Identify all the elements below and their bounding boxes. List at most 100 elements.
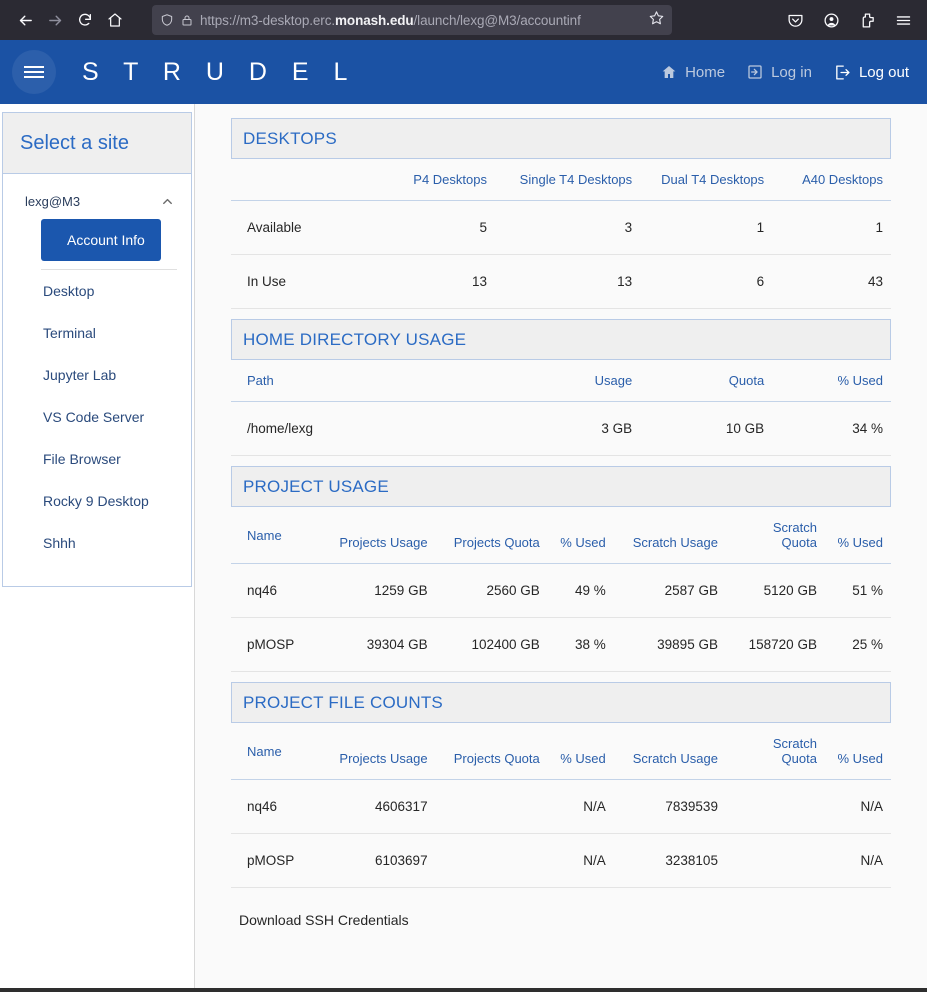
browser-toolbar-right <box>779 0 919 40</box>
sidebar-item-vs-code-server[interactable]: VS Code Server <box>17 396 177 438</box>
sidebar-item-jupyter-lab[interactable]: Jupyter Lab <box>17 354 177 396</box>
main-content: DESKTOPS P4 Desktops Single T4 Desktops … <box>195 104 927 988</box>
home-directory-usage-table: Path Usage Quota % Used /home/lexg 3 GB … <box>231 360 891 456</box>
sidebar-item-shhh[interactable]: Shhh <box>17 522 177 564</box>
sidebar-item-file-browser[interactable]: File Browser <box>17 438 177 480</box>
column-header: % Used <box>825 723 891 780</box>
cell: 6 <box>640 255 772 309</box>
pocket-icon[interactable] <box>779 5 811 35</box>
column-header: Name <box>231 723 323 780</box>
cell: N/A <box>825 780 891 834</box>
page-body: Select a site lexg@M3 Account Info Deskt… <box>0 104 927 988</box>
column-header: A40 Desktops <box>772 159 891 201</box>
cell: 3 <box>495 201 640 255</box>
column-header: % Used <box>548 507 614 564</box>
chevron-up-icon[interactable] <box>160 194 175 209</box>
cell: In Use <box>231 255 370 309</box>
section-header-desktops: DESKTOPS <box>231 118 891 159</box>
sidebar-site-list: lexg@M3 Account Info Desktop Terminal Ju… <box>2 174 192 587</box>
browser-toolbar: https://m3-desktop.erc.monash.edu/launch… <box>0 0 927 40</box>
account-circle-icon[interactable] <box>815 5 847 35</box>
url-host: monash.edu <box>335 13 414 28</box>
sidebar-nav-items: Account Info Desktop Terminal Jupyter La… <box>3 219 191 564</box>
forward-arrow-icon[interactable] <box>40 5 70 35</box>
cell: 10 GB <box>640 402 772 456</box>
extensions-puzzle-icon[interactable] <box>851 5 883 35</box>
app-header: S T R U D E L Home Log in Log out <box>0 40 927 104</box>
cell: N/A <box>548 834 614 888</box>
cell: /home/lexg <box>231 402 508 456</box>
cell: nq46 <box>231 564 323 618</box>
address-bar[interactable]: https://m3-desktop.erc.monash.edu/launch… <box>152 5 672 35</box>
cell: 1 <box>772 201 891 255</box>
cell: 6103697 <box>323 834 435 888</box>
column-header: Projects Quota <box>436 507 548 564</box>
sidebar-item-terminal[interactable]: Terminal <box>17 312 177 354</box>
header-link-login-label: Log in <box>771 64 812 81</box>
table-header-row: Name Projects Usage Projects Quota % Use… <box>231 507 891 564</box>
sidebar-header: Select a site <box>2 112 192 174</box>
sidebar-item-desktop[interactable]: Desktop <box>17 270 177 312</box>
table-header-row: Name Projects Usage Projects Quota % Use… <box>231 723 891 780</box>
back-arrow-icon[interactable] <box>10 5 40 35</box>
sidebar-site-label: lexg@M3 <box>25 194 80 209</box>
sidebar-item-rocky-9-desktop[interactable]: Rocky 9 Desktop <box>17 480 177 522</box>
table-row: Available 5 3 1 1 <box>231 201 891 255</box>
hamburger-menu-icon[interactable] <box>887 5 919 35</box>
home-icon[interactable] <box>100 5 130 35</box>
cell: 102400 GB <box>436 618 548 672</box>
sidebar-item-account-info[interactable]: Account Info <box>41 219 161 261</box>
column-header: Name <box>231 507 323 564</box>
header-link-login[interactable]: Log in <box>747 64 812 81</box>
footer: About Us Settings Contact Us <box>0 988 927 992</box>
column-header: % Used <box>548 723 614 780</box>
sidebar: Select a site lexg@M3 Account Info Deskt… <box>0 104 195 988</box>
cell: 2560 GB <box>436 564 548 618</box>
header-link-home[interactable]: Home <box>661 64 725 81</box>
header-link-home-label: Home <box>685 64 725 81</box>
cell: 49 % <box>548 564 614 618</box>
column-header: Usage <box>508 360 640 402</box>
column-header: % Used <box>772 360 891 402</box>
cell: 25 % <box>825 618 891 672</box>
project-usage-table: Name Projects Usage Projects Quota % Use… <box>231 507 891 672</box>
column-header: Path <box>231 360 508 402</box>
cell: 7839539 <box>614 780 726 834</box>
cell: 3 GB <box>508 402 640 456</box>
cell: 2587 GB <box>614 564 726 618</box>
column-header: Projects Quota <box>436 723 548 780</box>
column-header: Scratch Quota <box>726 723 825 780</box>
cell: 13 <box>370 255 495 309</box>
sidebar-site-row[interactable]: lexg@M3 <box>3 184 191 219</box>
reload-icon[interactable] <box>70 5 100 35</box>
cell: 13 <box>495 255 640 309</box>
column-header: P4 Desktops <box>370 159 495 201</box>
hamburger-bar <box>24 71 44 73</box>
hamburger-bar <box>24 76 44 78</box>
column-header: Scratch Usage <box>614 723 726 780</box>
table-row: nq46 1259 GB 2560 GB 49 % 2587 GB 5120 G… <box>231 564 891 618</box>
column-header: Projects Usage <box>323 507 435 564</box>
download-ssh-credentials-link[interactable]: Download SSH Credentials <box>231 912 891 928</box>
cell <box>436 780 548 834</box>
cell: pMOSP <box>231 618 323 672</box>
cell: 39304 GB <box>323 618 435 672</box>
cell: 5120 GB <box>726 564 825 618</box>
column-header: Projects Usage <box>323 723 435 780</box>
cell: 5 <box>370 201 495 255</box>
cell <box>726 834 825 888</box>
column-header: Single T4 Desktops <box>495 159 640 201</box>
cell: 1259 GB <box>323 564 435 618</box>
cell: pMOSP <box>231 834 323 888</box>
star-icon[interactable] <box>649 10 664 30</box>
lock-icon <box>181 14 193 27</box>
cell: 34 % <box>772 402 891 456</box>
sidebar-toggle-hamburger-icon[interactable] <box>12 50 56 94</box>
cell <box>726 780 825 834</box>
project-file-counts-table: Name Projects Usage Projects Quota % Use… <box>231 723 891 888</box>
header-link-logout-label: Log out <box>859 64 909 81</box>
cell: 39895 GB <box>614 618 726 672</box>
header-link-logout[interactable]: Log out <box>834 64 909 81</box>
cell: 158720 GB <box>726 618 825 672</box>
column-header: Scratch Quota <box>726 507 825 564</box>
